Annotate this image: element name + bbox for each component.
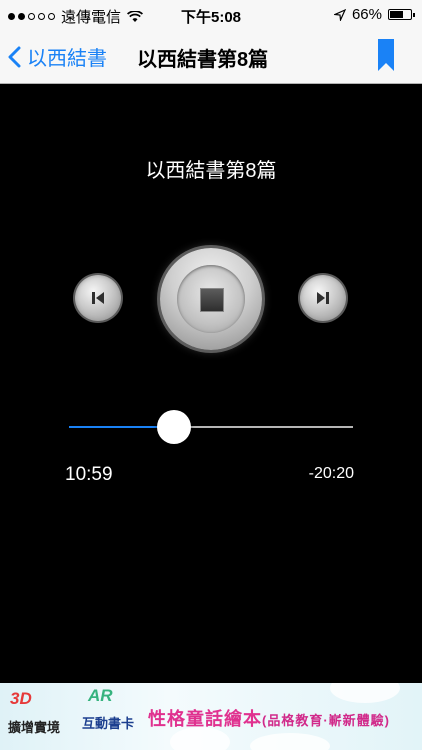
ad-3d-badge: 3D [10, 689, 32, 708]
page-title: 以西結書第8篇 [137, 49, 269, 71]
previous-track-button[interactable] [75, 275, 121, 321]
skip-forward-icon [317, 292, 329, 304]
slider-thumb[interactable] [157, 410, 192, 444]
ad-ar-badge: AR [88, 686, 113, 705]
elapsed-time: 10:59 [65, 464, 113, 485]
skip-back-icon [92, 292, 104, 304]
status-bar: 遠傳電信 下午5:08 66% [0, 0, 422, 30]
ad-headline-text: 性格童話繪本 [148, 709, 262, 729]
battery-icon [388, 9, 415, 20]
track-title: 以西結書第8篇 [145, 160, 277, 182]
ad-headline: 性格童話繪本(品格教育·嶄新體驗) [148, 705, 390, 731]
ad-banner[interactable]: 3D 擴增實境 AR 互動書卡 性格童話繪本(品格教育·嶄新體驗) [0, 683, 422, 750]
battery-percent: 66% [351, 6, 382, 23]
remaining-time: -20:20 [308, 465, 354, 482]
stop-button[interactable] [160, 248, 262, 350]
back-button-label: 以西結書 [27, 48, 107, 70]
ad-3d-text: 擴增實境 [8, 720, 61, 735]
chevron-left-icon [8, 46, 21, 67]
stop-icon [200, 288, 224, 312]
progress-slider[interactable] [69, 410, 353, 444]
location-arrow-icon [333, 8, 346, 21]
next-track-button[interactable] [300, 275, 346, 321]
ad-ar-text: 互動書卡 [82, 716, 135, 731]
bookmark-icon[interactable] [378, 39, 394, 71]
status-bar-right: 66% [333, 6, 415, 23]
ad-tagline: (品格教育·嶄新體驗) [262, 713, 390, 728]
back-button[interactable]: 以西結書 [8, 42, 107, 71]
navigation-bar: 以西結書 以西結書第8篇 [0, 30, 422, 84]
